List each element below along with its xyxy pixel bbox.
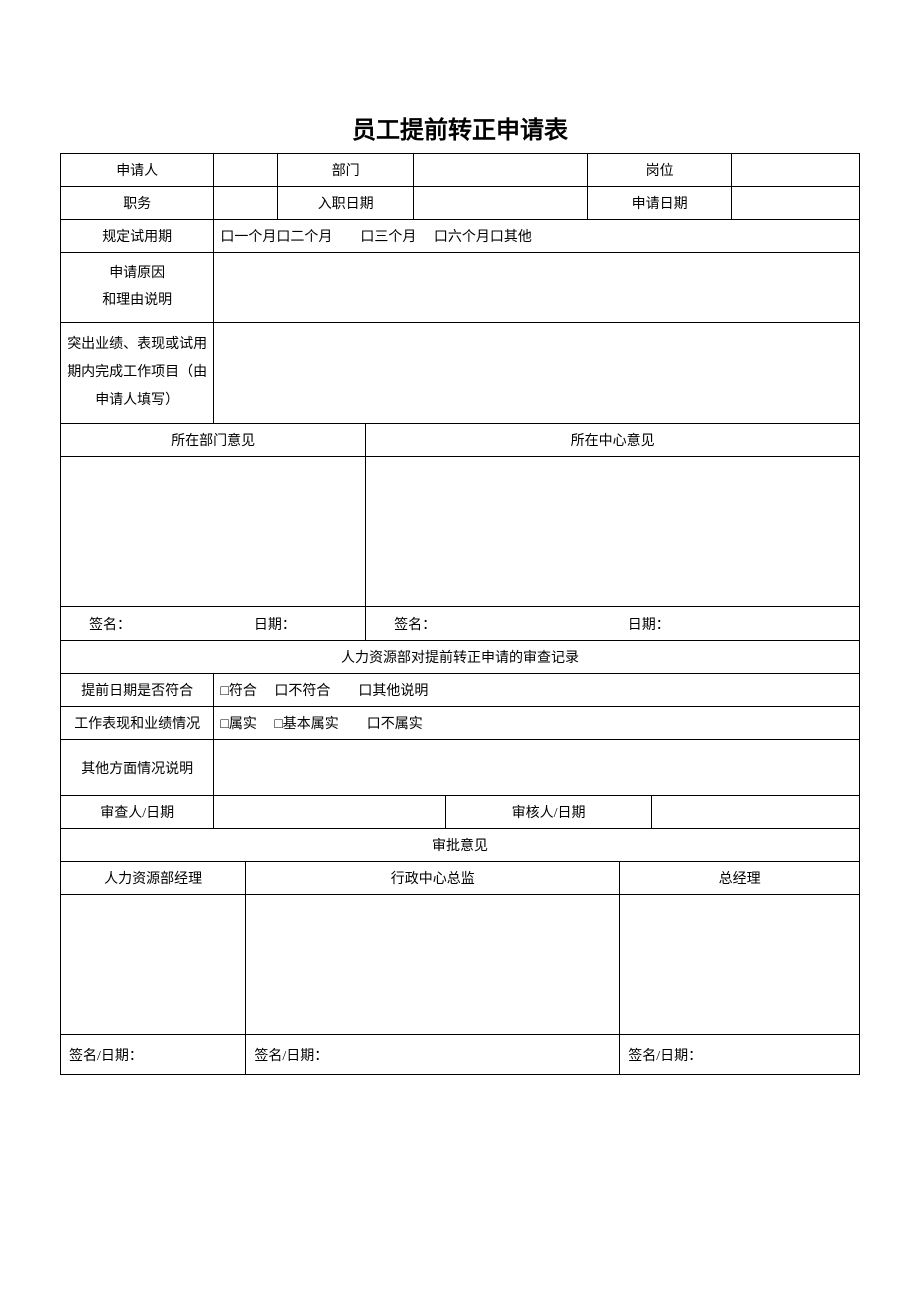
field-job[interactable] <box>214 187 278 220</box>
label-dept-opinion: 所在部门意见 <box>61 424 366 457</box>
label-auditor: 审核人/日期 <box>446 796 652 829</box>
label-gm: 总经理 <box>620 862 860 895</box>
label-apply-date: 申请日期 <box>588 187 732 220</box>
hr-review-header: 人力资源部对提前转正申请的审查记录 <box>61 641 860 674</box>
field-entry-date[interactable] <box>414 187 588 220</box>
label-hr-manager: 人力资源部经理 <box>61 862 246 895</box>
label-center-date: 日期： <box>620 607 732 641</box>
probation-options[interactable]: 口一个月口二个月 口三个月 口六个月口其他 <box>214 220 860 253</box>
label-center-opinion: 所在中心意见 <box>366 424 860 457</box>
field-dept-date[interactable] <box>322 607 366 641</box>
field-reviewer[interactable] <box>214 796 446 829</box>
form-table: 申请人 部门 岗位 职务 入职日期 申请日期 规定试用期 口一个月口二个月 口三… <box>60 153 860 1075</box>
page-title: 员工提前转正申请表 <box>60 110 860 145</box>
field-auditor[interactable] <box>652 796 860 829</box>
label-entry-date: 入职日期 <box>278 187 414 220</box>
admin-sig-date[interactable]: 签名/日期： <box>246 1035 620 1075</box>
label-achievements: 突出业绩、表现或试用期内完成工作项目（由申请人填写） <box>61 323 214 424</box>
advance-date-options[interactable]: □符合 口不符合 口其他说明 <box>214 674 860 707</box>
label-dept-sign: 签名： <box>61 607 150 641</box>
field-admin-director[interactable] <box>246 895 620 1035</box>
field-post[interactable] <box>732 154 860 187</box>
field-hr-manager[interactable] <box>61 895 246 1035</box>
field-center-date[interactable] <box>732 607 860 641</box>
approval-header: 审批意见 <box>61 829 860 862</box>
label-other-info: 其他方面情况说明 <box>61 740 214 796</box>
performance-options[interactable]: □属实 □基本属实 口不属实 <box>214 707 860 740</box>
field-dept-opinion[interactable] <box>61 457 366 607</box>
label-post: 岗位 <box>588 154 732 187</box>
label-reviewer: 审查人/日期 <box>61 796 214 829</box>
label-applicant: 申请人 <box>61 154 214 187</box>
label-center-sign: 签名： <box>366 607 478 641</box>
field-dept[interactable] <box>414 154 588 187</box>
hr-sig-date[interactable]: 签名/日期： <box>61 1035 246 1075</box>
label-dept-date: 日期： <box>246 607 322 641</box>
field-reason[interactable] <box>214 253 860 323</box>
field-applicant[interactable] <box>214 154 278 187</box>
gm-sig-date[interactable]: 签名/日期： <box>620 1035 860 1075</box>
label-job: 职务 <box>61 187 214 220</box>
field-gm[interactable] <box>620 895 860 1035</box>
label-reason: 申请原因和理由说明 <box>61 253 214 323</box>
field-center-opinion[interactable] <box>366 457 860 607</box>
label-performance: 工作表现和业绩情况 <box>61 707 214 740</box>
field-other-info[interactable] <box>214 740 860 796</box>
field-achievements[interactable] <box>214 323 860 424</box>
field-apply-date[interactable] <box>732 187 860 220</box>
field-dept-sign[interactable] <box>150 607 246 641</box>
label-probation: 规定试用期 <box>61 220 214 253</box>
label-admin-director: 行政中心总监 <box>246 862 620 895</box>
label-advance-date: 提前日期是否符合 <box>61 674 214 707</box>
label-dept: 部门 <box>278 154 414 187</box>
field-center-sign[interactable] <box>478 607 620 641</box>
